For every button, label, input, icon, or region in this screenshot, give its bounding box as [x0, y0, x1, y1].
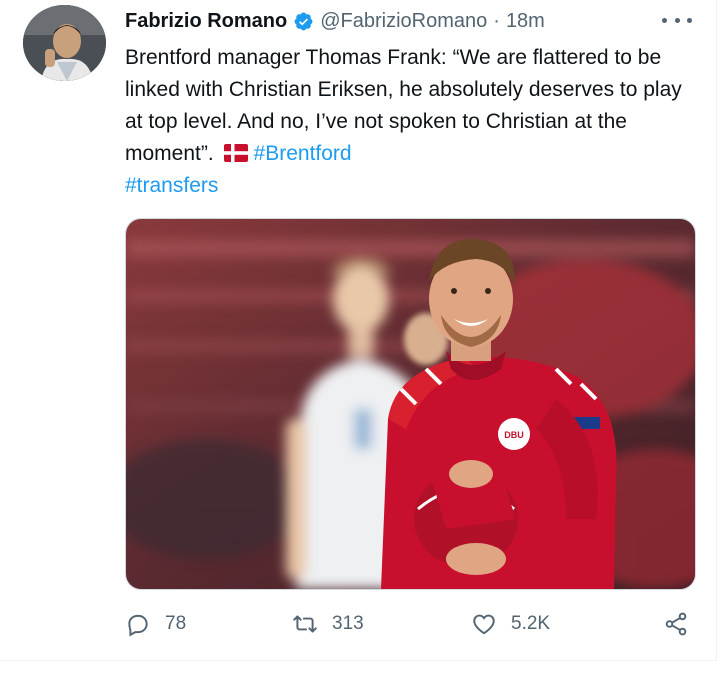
svg-text:DBU: DBU — [504, 430, 524, 440]
timestamp[interactable]: 18m — [506, 10, 545, 33]
hashtag-transfers[interactable]: #transfers — [125, 174, 218, 197]
more-options-icon[interactable] — [662, 10, 692, 30]
author-handle[interactable]: @FabrizioRomano — [320, 10, 487, 33]
reply-icon — [128, 614, 148, 637]
tweet-body: Brentford manager Thomas Frank: “We are … — [125, 46, 682, 165]
like-count: 5.2K — [511, 613, 551, 634]
denmark-flag-icon — [223, 140, 248, 162]
share-icon — [665, 612, 687, 636]
author-name[interactable]: Fabrizio Romano — [125, 10, 287, 33]
separator-dot: · — [493, 9, 500, 32]
author-avatar[interactable] — [23, 5, 106, 81]
tweet-actions: 78 313 5.2K — [125, 606, 695, 642]
retweet-button[interactable]: 313 — [292, 606, 364, 642]
like-button[interactable]: 5.2K — [471, 606, 550, 642]
tweet-text: Brentford manager Thomas Frank: “We are … — [125, 42, 700, 202]
tweet-photo[interactable]: DBU — [125, 218, 696, 590]
share-button[interactable] — [663, 606, 689, 642]
verified-badge-icon — [293, 11, 314, 32]
heart-icon — [473, 614, 495, 635]
retweet-icon — [293, 615, 317, 633]
tweet-header: Fabrizio Romano @FabrizioRomano · 18m — [125, 8, 545, 34]
retweet-count: 313 — [332, 613, 364, 634]
hashtag-brentford[interactable]: #Brentford — [254, 142, 352, 165]
reply-button[interactable]: 78 — [125, 606, 186, 642]
reply-count: 78 — [165, 613, 187, 634]
